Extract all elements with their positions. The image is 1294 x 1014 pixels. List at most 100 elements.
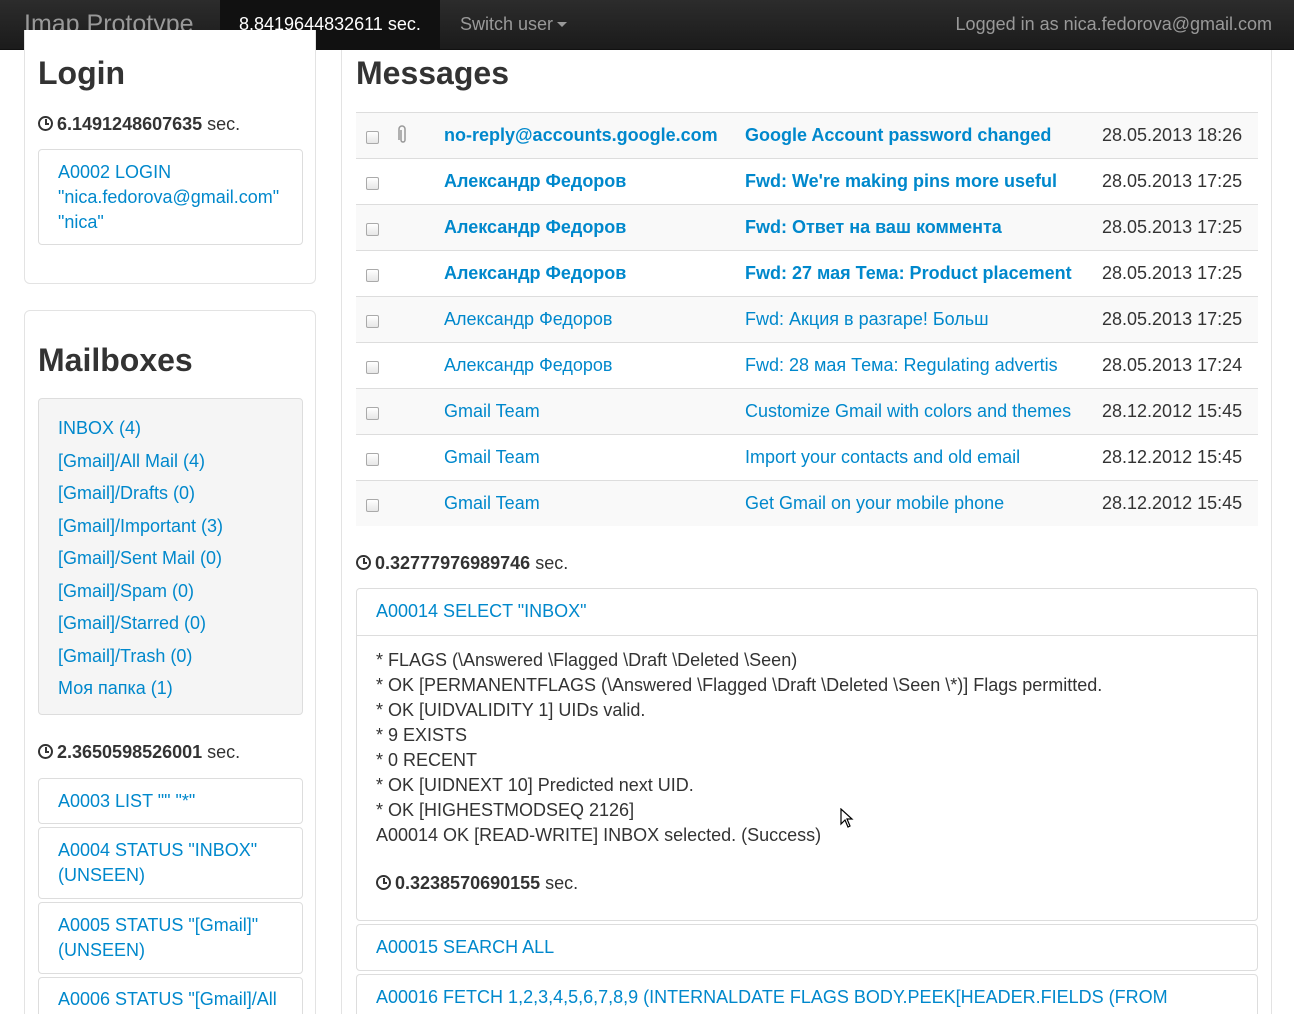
message-date: 28.05.2013 17:25	[1102, 309, 1243, 329]
message-subject[interactable]: Google Account password changed	[745, 125, 1051, 146]
response-line: * 0 RECENT	[376, 750, 478, 770]
mailbox-item-inbox[interactable]: INBOX (4)	[39, 412, 302, 445]
login-command-line: "nica"	[58, 212, 104, 232]
clock-icon	[38, 116, 53, 131]
mailbox-list: INBOX (4) [Gmail]/All Mail (4) [Gmail]/D…	[38, 398, 303, 715]
select-time-unit: sec.	[545, 873, 579, 893]
message-date: 28.05.2013 17:25	[1102, 171, 1243, 191]
command-line: (UNSEEN)	[58, 940, 146, 960]
select-timing: 0.3238570690155 sec.	[376, 873, 1238, 894]
message-date: 28.12.2012 15:45	[1102, 447, 1243, 467]
paperclip-icon	[398, 125, 408, 150]
message-subject[interactable]: Fwd: Ответ на ваш коммента	[745, 217, 1002, 238]
message-row[interactable]: no-reply@accounts.google.com Google Acco…	[356, 112, 1258, 158]
message-from[interactable]: Gmail Team	[444, 401, 540, 422]
message-row[interactable]: Александр Федоров Fwd: 28 мая Тема: Regu…	[356, 342, 1258, 388]
message-from[interactable]: no-reply@accounts.google.com	[444, 125, 718, 146]
message-subject[interactable]: Fwd: 28 мая Тема: Regulating advertis	[745, 355, 1058, 376]
message-subject[interactable]: Fwd: 27 мая Тема: Product placement	[745, 263, 1072, 284]
response-line: * OK [UIDNEXT 10] Predicted next UID.	[376, 775, 694, 795]
message-subject[interactable]: Fwd: Акция в разгаре! Больш	[745, 309, 989, 330]
message-from[interactable]: Александр Федоров	[444, 355, 612, 376]
message-row[interactable]: Александр Федоров Fwd: 27 мая Тема: Prod…	[356, 250, 1258, 296]
message-from[interactable]: Александр Федоров	[444, 309, 612, 330]
message-row[interactable]: Gmail Team Import your contacts and old …	[356, 434, 1258, 480]
select-response: * FLAGS (\Answered \Flagged \Draft \Dele…	[357, 635, 1257, 906]
status-gmail-command[interactable]: A0005 STATUS "[Gmail]" (UNSEEN)	[38, 902, 303, 974]
message-row[interactable]: Александр Федоров Fwd: Акция в разгаре! …	[356, 296, 1258, 342]
fetch-command[interactable]: A00016 FETCH 1,2,3,4,5,6,7,8,9 (INTERNAL…	[357, 975, 1257, 1014]
message-from[interactable]: Gmail Team	[444, 447, 540, 468]
login-command[interactable]: A0002 LOGIN "nica.fedorova@gmail.com" "n…	[38, 149, 303, 245]
message-checkbox[interactable]	[366, 453, 379, 466]
message-from[interactable]: Gmail Team	[444, 493, 540, 514]
select-command[interactable]: A00014 SELECT "INBOX"	[357, 589, 1257, 635]
message-from[interactable]: Александр Федоров	[444, 171, 626, 192]
mailboxes-title: Mailboxes	[38, 342, 193, 378]
command-line: A0005 STATUS "[Gmail]"	[58, 915, 259, 935]
mailbox-item-spam[interactable]: [Gmail]/Spam (0)	[39, 575, 302, 608]
message-date: 28.05.2013 18:26	[1102, 125, 1243, 145]
clock-icon	[38, 744, 53, 759]
login-time-value: 6.1491248607635	[57, 114, 203, 134]
login-title: Login	[38, 55, 126, 91]
select-command-panel: A00014 SELECT "INBOX" * FLAGS (\Answered…	[356, 588, 1258, 921]
login-command-line: A0002 LOGIN	[58, 162, 172, 182]
command-line: A0003 LIST "" "*"	[58, 791, 196, 811]
mailboxes-timing: 2.3650598526001 sec.	[38, 742, 240, 763]
response-line: * 9 EXISTS	[376, 725, 468, 745]
mailbox-item-my-folder[interactable]: Моя папка (1)	[39, 672, 302, 705]
messages-title: Messages	[356, 55, 509, 91]
switch-user-dropdown[interactable]: Switch user	[460, 0, 568, 50]
message-checkbox[interactable]	[366, 315, 379, 328]
message-date: 28.05.2013 17:25	[1102, 263, 1243, 283]
messages-table: no-reply@accounts.google.com Google Acco…	[356, 112, 1258, 526]
list-command[interactable]: A0003 LIST "" "*"	[38, 778, 303, 824]
search-command[interactable]: A00015 SEARCH ALL	[357, 925, 1257, 971]
mailbox-item-drafts[interactable]: [Gmail]/Drafts (0)	[39, 477, 302, 510]
login-command-line: "nica.fedorova@gmail.com"	[58, 187, 280, 207]
message-checkbox[interactable]	[366, 407, 379, 420]
login-time-unit: sec.	[207, 114, 241, 134]
response-line: * FLAGS (\Answered \Flagged \Draft \Dele…	[376, 650, 798, 670]
mailbox-item-important[interactable]: [Gmail]/Important (3)	[39, 510, 302, 543]
message-checkbox[interactable]	[366, 177, 379, 190]
message-checkbox[interactable]	[366, 223, 379, 236]
message-from[interactable]: Александр Федоров	[444, 217, 626, 238]
mailbox-item-all-mail[interactable]: [Gmail]/All Mail (4)	[39, 445, 302, 478]
message-subject[interactable]: Customize Gmail with colors and themes	[745, 401, 1071, 422]
switch-user-label: Switch user	[460, 14, 554, 34]
login-timing: 6.1491248607635 sec.	[38, 114, 240, 135]
message-from[interactable]: Александр Федоров	[444, 263, 626, 284]
message-row[interactable]: Gmail Team Get Gmail on your mobile phon…	[356, 480, 1258, 526]
status-inbox-command[interactable]: A0004 STATUS "INBOX" (UNSEEN)	[38, 827, 303, 899]
message-subject[interactable]: Fwd: We're making pins more useful	[745, 171, 1057, 192]
command-line: (UNSEEN)	[58, 865, 146, 885]
clock-icon	[356, 555, 371, 570]
mailbox-item-sent-mail[interactable]: [Gmail]/Sent Mail (0)	[39, 542, 302, 575]
message-date: 28.12.2012 15:45	[1102, 401, 1243, 421]
command-line: A0004 STATUS "INBOX"	[58, 840, 258, 860]
search-command-panel: A00015 SEARCH ALL	[356, 924, 1258, 971]
mailbox-item-trash[interactable]: [Gmail]/Trash (0)	[39, 640, 302, 673]
response-line: * OK [PERMANENTFLAGS (\Answered \Flagged…	[376, 675, 1103, 695]
message-row[interactable]: Александр Федоров Fwd: Ответ на ваш комм…	[356, 204, 1258, 250]
response-line: * OK [HIGHESTMODSEQ 2126]	[376, 800, 635, 820]
message-subject[interactable]: Import your contacts and old email	[745, 447, 1020, 468]
message-checkbox[interactable]	[366, 269, 379, 282]
logged-in-status: Logged in as nica.fedorova@gmail.com	[955, 14, 1272, 34]
status-all-mail-command[interactable]: A0006 STATUS "[Gmail]/All	[38, 977, 303, 1014]
message-row[interactable]: Gmail Team Customize Gmail with colors a…	[356, 388, 1258, 434]
mailbox-item-starred[interactable]: [Gmail]/Starred (0)	[39, 607, 302, 640]
messages-time-unit: sec.	[535, 553, 569, 573]
response-line: A00014 OK [READ-WRITE] INBOX selected. (…	[376, 825, 822, 845]
message-checkbox[interactable]	[366, 499, 379, 512]
message-checkbox[interactable]	[366, 361, 379, 374]
command-line: A0006 STATUS "[Gmail]/All	[58, 989, 277, 1009]
fetch-command-panel: A00016 FETCH 1,2,3,4,5,6,7,8,9 (INTERNAL…	[356, 974, 1258, 1014]
message-subject[interactable]: Get Gmail on your mobile phone	[745, 493, 1004, 514]
message-date: 28.05.2013 17:24	[1102, 355, 1243, 375]
message-checkbox[interactable]	[366, 131, 379, 144]
message-row[interactable]: Александр Федоров Fwd: We're making pins…	[356, 158, 1258, 204]
mailboxes-time-unit: sec.	[207, 742, 241, 762]
